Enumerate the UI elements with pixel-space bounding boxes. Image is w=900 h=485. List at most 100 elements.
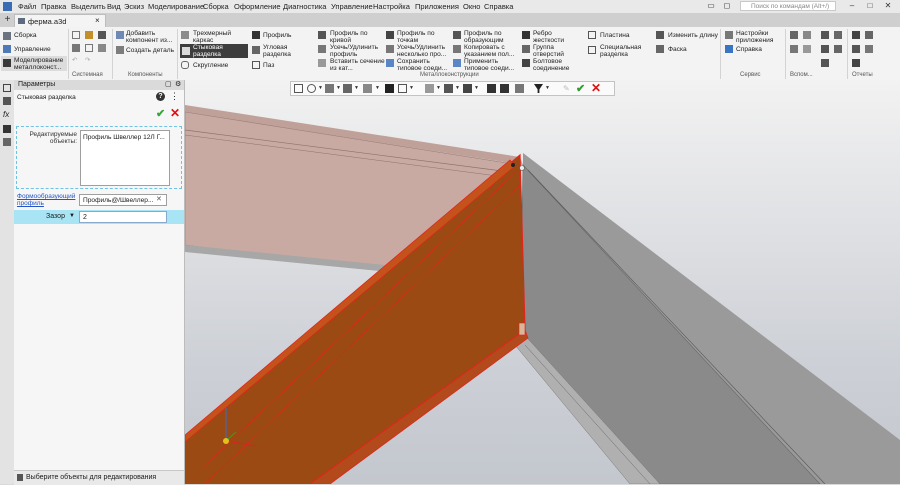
variables-icon[interactable]: fx <box>3 110 11 119</box>
profile-generators-button[interactable]: Профиль по образующим <box>464 30 516 44</box>
menu-window[interactable]: Окно <box>463 2 480 11</box>
help-button[interactable]: Справка <box>736 46 762 53</box>
menu-drafting[interactable]: Оформление <box>234 2 281 11</box>
chevron-down-icon[interactable]: ▼ <box>545 85 550 91</box>
camera-icon[interactable] <box>463 84 472 93</box>
visibility-icon[interactable] <box>444 84 453 93</box>
command-search-input[interactable]: Поиск по командам (Alt+/) <box>740 1 836 11</box>
save-icon[interactable] <box>98 31 106 39</box>
close-tab-icon[interactable]: × <box>95 16 100 25</box>
profile-button[interactable]: Профиль <box>263 32 291 39</box>
zoom-fit-icon[interactable] <box>294 84 303 93</box>
report-icon[interactable] <box>865 45 873 53</box>
trim-extend-button[interactable]: Усечь/Удлинить профиль <box>330 44 385 58</box>
chevron-down-icon[interactable]: ▼ <box>455 85 460 91</box>
bolt-joint-button[interactable]: Болтовое соединение <box>533 58 578 72</box>
aux-tool-icon[interactable] <box>790 31 798 39</box>
profile-curve-button[interactable]: Профиль по кривой <box>330 30 380 44</box>
snap-mode-icon[interactable] <box>500 84 509 93</box>
pan-icon[interactable] <box>325 84 334 93</box>
shaping-profile-link[interactable]: Формообразующий профиль <box>17 193 81 207</box>
maximize-icon[interactable]: □ <box>863 1 877 11</box>
menu-settings[interactable]: Настройка <box>373 2 410 11</box>
confirm-icon[interactable]: ✔ <box>576 82 585 95</box>
aux-tool-icon[interactable] <box>834 45 842 53</box>
measure-icon[interactable] <box>515 84 524 93</box>
minimize-icon[interactable]: – <box>845 1 859 11</box>
aux-tool-icon[interactable] <box>790 45 798 53</box>
close-window-icon[interactable]: ✕ <box>881 1 895 11</box>
aux-tool-icon[interactable] <box>821 45 829 53</box>
menu-diagnostics[interactable]: Диагностика <box>283 2 326 11</box>
display-mode-icon[interactable] <box>385 84 394 93</box>
edited-objects-list[interactable]: Профиль Швеллер 12Л Г... <box>80 130 170 186</box>
report-icon[interactable] <box>865 31 873 39</box>
pin-icon[interactable]: ▢ <box>165 80 172 88</box>
menu-select[interactable]: Выделить <box>71 2 106 11</box>
gap-input[interactable]: 2 <box>79 211 167 223</box>
mode-assembly[interactable]: Сборка <box>14 32 37 39</box>
section-icon[interactable] <box>425 84 434 93</box>
cancel-button[interactable]: ✕ <box>170 106 180 120</box>
snap-icon[interactable] <box>487 84 496 93</box>
mode-management[interactable]: Управление <box>14 46 51 53</box>
window-options-icon[interactable]: ◻ <box>720 1 734 11</box>
redo-icon[interactable]: ↷ <box>85 57 91 64</box>
aux-tool-icon[interactable] <box>803 45 811 53</box>
orientation-icon[interactable] <box>363 84 372 93</box>
open-folder-icon[interactable] <box>85 31 93 39</box>
menu-applications[interactable]: Приложения <box>415 2 459 11</box>
butt-cut-button[interactable]: Стыковая разделка <box>193 44 248 58</box>
help-icon[interactable]: ? <box>156 92 165 101</box>
rounding-button[interactable]: Скругление <box>193 62 228 69</box>
paste-icon[interactable] <box>98 44 106 52</box>
aux-tool-icon[interactable] <box>821 59 829 67</box>
special-cut-button[interactable]: Специальная разделка <box>600 44 650 58</box>
save-joint-button[interactable]: Сохранить типовое соеди... <box>397 58 452 72</box>
new-document-icon[interactable] <box>72 31 80 39</box>
chevron-down-icon[interactable]: ▼ <box>375 85 380 91</box>
zoom-icon[interactable] <box>307 84 316 93</box>
tree-toggle-icon[interactable]: ⋮ <box>170 91 179 102</box>
print-icon[interactable] <box>72 44 80 52</box>
menu-management[interactable]: Управление <box>331 2 373 11</box>
change-length-button[interactable]: Изменить длину <box>668 32 718 39</box>
wireframe-icon[interactable] <box>398 84 407 93</box>
chevron-down-icon[interactable]: ▼ <box>318 85 323 91</box>
menu-view[interactable]: Вид <box>107 2 121 11</box>
rib-button[interactable]: Ребро жесткости <box>533 30 578 44</box>
trim-multi-button[interactable]: Усечь/Удлинить несколько про... <box>397 44 452 58</box>
copy-indicated-button[interactable]: Копировать с указанием пол... <box>464 44 519 58</box>
structure-icon[interactable] <box>3 138 11 146</box>
report-icon[interactable] <box>852 45 860 53</box>
app-settings-button[interactable]: Настройки приложения <box>736 30 781 44</box>
gap-dropdown-icon[interactable]: ▼ <box>69 213 75 219</box>
pencil-icon[interactable]: ✎ <box>563 84 572 93</box>
create-part-button[interactable]: Создать деталь <box>126 47 174 54</box>
mode-metal-structures[interactable]: Моделирование металлоконст... <box>14 57 68 71</box>
frame-button[interactable]: Трехмерный каркас <box>193 30 248 44</box>
chevron-down-icon[interactable]: ▼ <box>436 85 441 91</box>
3d-viewport[interactable] <box>185 80 900 484</box>
aux-tool-icon[interactable] <box>803 31 811 39</box>
rotate-icon[interactable] <box>343 84 352 93</box>
insert-section-button[interactable]: Вставить сечение из кат... <box>330 58 385 72</box>
aux-tool-icon[interactable] <box>834 31 842 39</box>
copy-icon[interactable] <box>85 44 93 52</box>
cancel-icon[interactable]: ✕ <box>591 81 601 95</box>
apply-button[interactable]: ✔ <box>156 107 165 120</box>
menu-sketch[interactable]: Эскиз <box>124 2 144 11</box>
menu-help[interactable]: Справка <box>484 2 513 11</box>
menu-edit[interactable]: Правка <box>41 2 66 11</box>
chevron-down-icon[interactable]: ▼ <box>354 85 359 91</box>
shaping-profile-field[interactable]: Профиль@/Швеллер... <box>79 194 167 206</box>
layers-icon[interactable] <box>3 125 11 133</box>
tree-icon[interactable] <box>3 84 11 92</box>
aux-tool-icon[interactable] <box>821 31 829 39</box>
menu-modeling[interactable]: Моделирование <box>148 2 204 11</box>
window-restore-icon[interactable]: ▭ <box>704 1 718 11</box>
new-tab-button[interactable]: + <box>2 14 13 25</box>
plate-button[interactable]: Пластина <box>600 32 630 39</box>
list-item[interactable]: Профиль Швеллер 12Л Г... <box>83 134 165 141</box>
parameters-icon[interactable] <box>3 97 11 105</box>
